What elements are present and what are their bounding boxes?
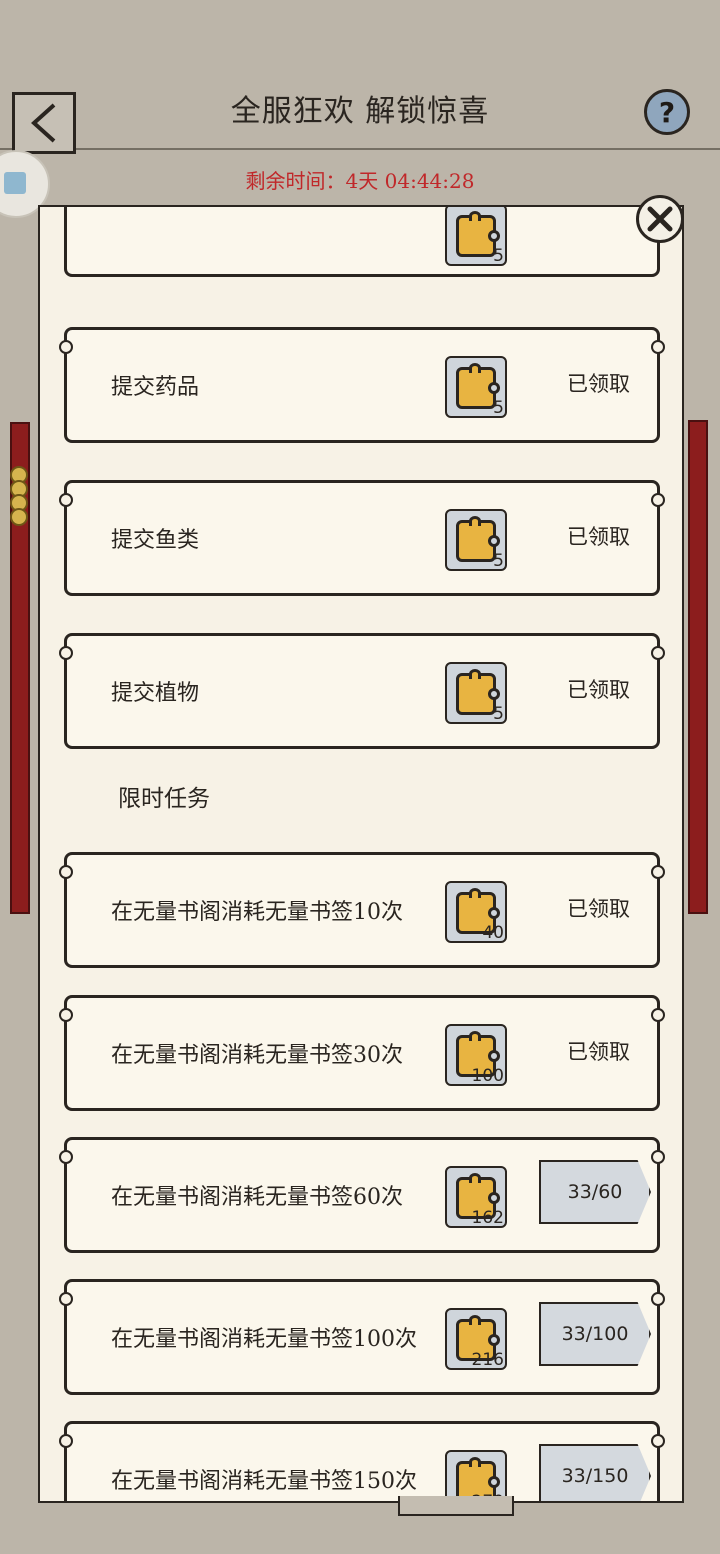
reward-quantity: 216 xyxy=(471,1350,504,1370)
reward-quantity: 5 xyxy=(493,551,504,571)
task-list-modal[interactable]: 5 提交药品 5 已领取 提交鱼类 5 已领取 提交植物 5 已领取 限时任务 … xyxy=(38,205,684,1503)
task-card: 在无量书阁消耗无量书签100次 216 33/100 xyxy=(59,1279,665,1395)
progress-button[interactable]: 33/100 xyxy=(539,1302,651,1366)
reward-quantity: 5 xyxy=(493,398,504,418)
claimed-status: 已领取 xyxy=(567,897,630,921)
page-title: 全服狂欢 解锁惊喜 xyxy=(230,94,490,129)
task-label: 提交植物 xyxy=(111,681,200,706)
task-label: 在无量书阁消耗无量书签150次 xyxy=(111,1469,417,1494)
puzzle-piece-icon xyxy=(456,669,500,715)
task-card: 在无量书阁消耗无量书签30次 100 已领取 xyxy=(59,995,665,1111)
bottom-tab-decoration xyxy=(398,1496,514,1516)
claimed-status: 已领取 xyxy=(567,525,630,549)
reward-item[interactable]: 5 xyxy=(445,207,507,266)
task-label: 提交鱼类 xyxy=(111,528,200,553)
task-label: 在无量书阁消耗无量书签60次 xyxy=(111,1185,403,1210)
header-divider xyxy=(0,148,720,150)
app-icon xyxy=(4,172,26,194)
task-card: 在无量书阁消耗无量书签60次 162 33/60 xyxy=(59,1137,665,1253)
reward-item[interactable]: 216 xyxy=(445,1308,507,1370)
puzzle-piece-icon xyxy=(456,516,500,562)
task-label: 在无量书阁消耗无量书签100次 xyxy=(111,1327,417,1352)
task-card: 提交植物 5 已领取 xyxy=(59,633,665,749)
claimed-status: 已领取 xyxy=(567,678,630,702)
right-scroll-decoration xyxy=(688,420,708,914)
reward-quantity: 5 xyxy=(493,704,504,724)
help-button[interactable]: ? xyxy=(644,89,690,135)
remaining-time: 剩余时间：4天 04:44:28 xyxy=(245,169,475,193)
reward-item[interactable]: 40 xyxy=(445,881,507,943)
reward-quantity: 40 xyxy=(482,923,504,943)
task-label: 在无量书阁消耗无量书签30次 xyxy=(111,1043,403,1068)
task-card: 提交药品 5 已领取 xyxy=(59,327,665,443)
reward-item[interactable]: 5 xyxy=(445,356,507,418)
progress-button[interactable]: 33/150 xyxy=(539,1444,651,1501)
puzzle-piece-icon xyxy=(456,211,500,257)
task-card: 5 xyxy=(64,207,660,277)
reward-quantity: 162 xyxy=(471,1208,504,1228)
section-title-limited-tasks: 限时任务 xyxy=(118,786,210,812)
task-card: 提交鱼类 5 已领取 xyxy=(59,480,665,596)
reward-quantity: 5 xyxy=(493,246,504,266)
reward-item[interactable]: 5 xyxy=(445,509,507,571)
reward-item[interactable]: 100 xyxy=(445,1024,507,1086)
task-label: 在无量书阁消耗无量书签10次 xyxy=(111,900,403,925)
close-icon xyxy=(647,206,673,232)
task-label: 提交药品 xyxy=(111,375,200,400)
task-card: 在无量书阁消耗无量书签10次 40 已领取 xyxy=(59,852,665,968)
claimed-status: 已领取 xyxy=(567,372,630,396)
reward-quantity: 100 xyxy=(471,1066,504,1086)
reward-item[interactable]: 162 xyxy=(445,1166,507,1228)
claimed-status: 已领取 xyxy=(567,1040,630,1064)
progress-button[interactable]: 33/60 xyxy=(539,1160,651,1224)
puzzle-piece-icon xyxy=(456,363,500,409)
close-button[interactable] xyxy=(636,195,684,243)
task-card: 在无量书阁消耗无量书签150次 270 33/150 xyxy=(59,1421,665,1501)
coin-stack-icon xyxy=(10,466,30,526)
reward-item[interactable]: 5 xyxy=(445,662,507,724)
